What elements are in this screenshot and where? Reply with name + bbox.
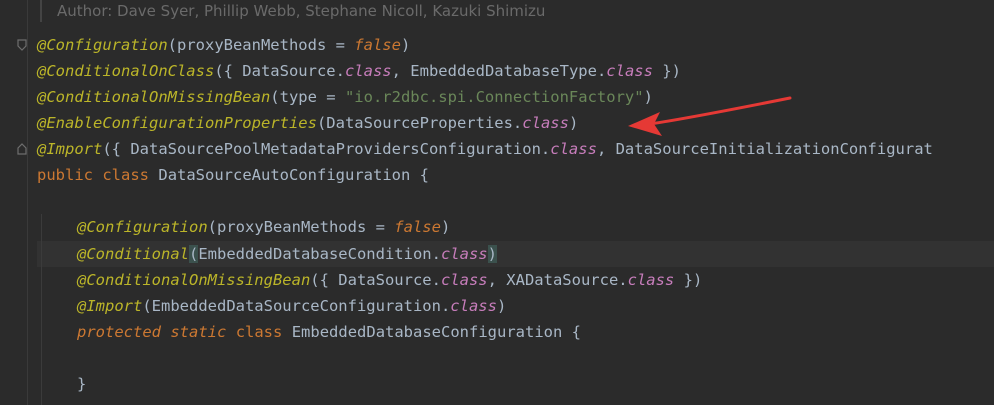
annotation: @EnableConfigurationProperties [37, 114, 317, 132]
annotation: @Import [37, 140, 103, 158]
fold-start-icon[interactable] [14, 38, 30, 52]
code-editor[interactable]: Author: Dave Syer, Phillip Webb, Stephan… [0, 0, 994, 405]
keyword: protected [77, 323, 161, 341]
code-line-8[interactable]: @Conditional(EmbeddedDatabaseCondition.c… [77, 241, 497, 267]
indent-guide [41, 214, 42, 405]
code-line-9[interactable]: @ConditionalOnMissingBean({ DataSource.c… [77, 267, 702, 293]
string-literal: "io.r2dbc.spi.ConnectionFactory" [344, 88, 644, 106]
code-line-3[interactable]: @ConditionalOnMissingBean(type = "io.r2d… [37, 84, 653, 110]
annotation: @Configuration [77, 218, 208, 236]
code-line-10[interactable]: @Import(EmbeddedDataSourceConfiguration.… [77, 293, 506, 319]
annotation: @Import [77, 297, 143, 315]
code-line-11[interactable]: protected static class EmbeddedDatabaseC… [77, 319, 581, 345]
matched-paren: ) [487, 245, 497, 263]
keyword: static [170, 323, 227, 341]
author-doc-comment: Author: Dave Syer, Phillip Webb, Stephan… [40, 0, 545, 22]
code-line-12[interactable]: } [77, 371, 86, 397]
class-name: EmbeddedDatabaseConfiguration [291, 323, 563, 341]
annotation: @ConditionalOnMissingBean [77, 271, 311, 289]
keyword: class [102, 166, 150, 184]
class-name: DataSourceAutoConfiguration [158, 166, 411, 184]
code-line-2[interactable]: @ConditionalOnClass({ DataSource.class, … [37, 58, 681, 84]
annotation: @Configuration [37, 36, 168, 54]
annotation: @ConditionalOnMissingBean [37, 88, 271, 106]
keyword: public [37, 166, 93, 184]
annotation: @Conditional [77, 245, 189, 263]
matched-paren: ( [188, 245, 199, 263]
keyword: class [235, 323, 283, 341]
annotation: @ConditionalOnClass [37, 62, 215, 80]
code-line-5[interactable]: @Import({ DataSourcePoolMetadataProvider… [37, 136, 933, 162]
code-line-6[interactable]: public class DataSourceAutoConfiguration… [37, 162, 429, 188]
code-line-4[interactable]: @EnableConfigurationProperties(DataSourc… [37, 110, 578, 136]
gutter-separator [27, 0, 28, 405]
code-line-7[interactable]: @Configuration(proxyBeanMethods = false) [77, 214, 450, 240]
fold-end-icon[interactable] [14, 142, 30, 156]
code-line-1[interactable]: @Configuration(proxyBeanMethods = false) [37, 32, 410, 58]
